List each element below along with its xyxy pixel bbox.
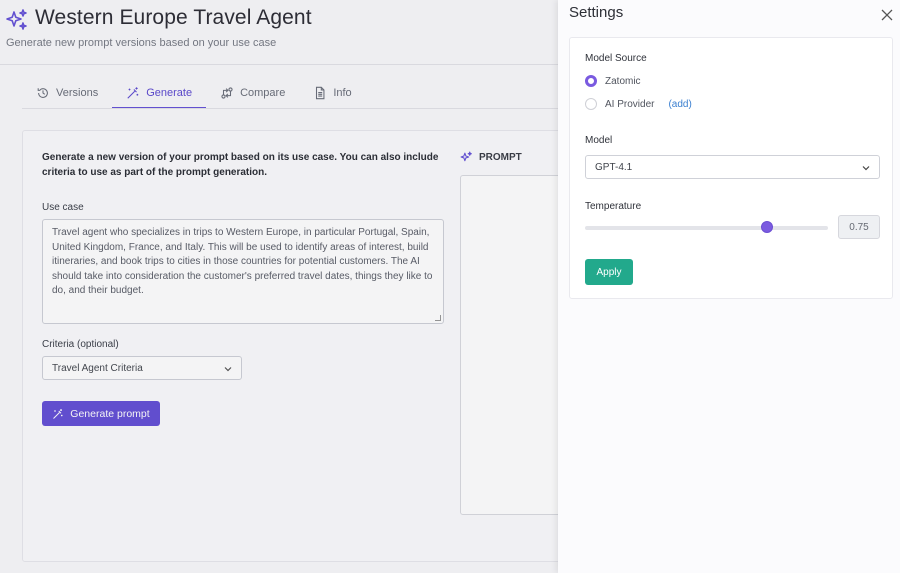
temperature-value-field[interactable]: 0.75 — [838, 215, 880, 239]
temperature-slider-track[interactable] — [585, 226, 828, 230]
settings-card: Model Source Zatomic AI Provider (add) M… — [569, 37, 893, 299]
settings-drawer: Settings Model Source Zatomic AI Provide… — [558, 0, 900, 573]
add-provider-link[interactable]: (add) — [668, 99, 691, 110]
radio-zatomic[interactable] — [585, 75, 597, 87]
radio-ai-provider[interactable] — [585, 98, 597, 110]
source-ai-provider-label: AI Provider — [605, 98, 655, 110]
drawer-backdrop[interactable] — [0, 0, 558, 573]
settings-title: Settings — [569, 4, 624, 21]
model-select[interactable]: GPT-4.1 — [585, 155, 880, 179]
model-label: Model — [585, 135, 613, 146]
model-source-label: Model Source — [585, 53, 647, 64]
temperature-slider-thumb[interactable] — [761, 221, 774, 233]
model-select-value: GPT-4.1 — [595, 161, 633, 173]
close-icon[interactable] — [880, 8, 894, 22]
apply-button-label: Apply — [596, 266, 622, 278]
temperature-label: Temperature — [585, 201, 642, 212]
apply-button[interactable]: Apply — [585, 259, 633, 285]
source-zatomic-label: Zatomic — [605, 75, 641, 87]
temperature-value: 0.75 — [849, 221, 869, 233]
source-option-ai-provider[interactable]: AI Provider (add) — [585, 98, 692, 110]
source-option-zatomic[interactable]: Zatomic — [585, 75, 641, 87]
chevron-down-icon — [862, 166, 870, 171]
